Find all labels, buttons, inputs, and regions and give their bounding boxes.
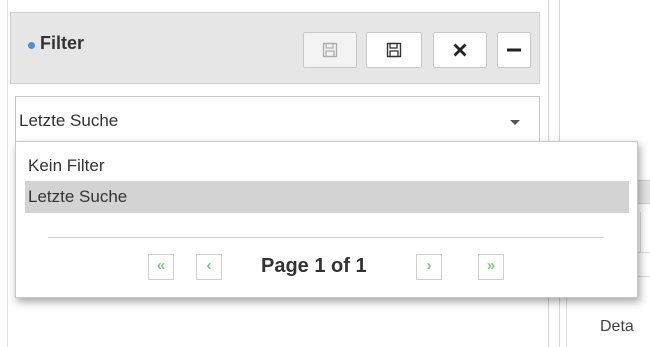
panel-divider (7, 0, 8, 347)
filter-title: Filter (40, 33, 85, 53)
caret-down-icon (510, 120, 520, 125)
minus-icon (507, 48, 521, 52)
dropdown-option-kein-filter[interactable]: Kein Filter (25, 150, 629, 182)
chevron-right-icon: › (426, 257, 432, 274)
filter-dropdown-list: Kein Filter Letzte Suche « ‹ Page 1 of 1… (15, 141, 638, 298)
clear-filter-button[interactable] (433, 32, 487, 68)
details-label: Deta (600, 318, 634, 335)
dropdown-option-letzte-suche[interactable]: Letzte Suche (25, 181, 629, 213)
filter-bullet-icon (28, 42, 35, 49)
floppy-disk-icon (386, 42, 402, 58)
previous-page-button[interactable]: ‹ (196, 254, 222, 280)
pager-divider (48, 237, 604, 238)
last-page-button[interactable]: » (478, 254, 504, 280)
save-filter-button[interactable] (303, 32, 357, 68)
filter-select-value: Letzte Suche (19, 111, 119, 130)
grid-divider (640, 212, 641, 252)
double-chevron-right-icon: » (486, 257, 496, 274)
close-x-icon (453, 43, 467, 57)
double-chevron-left-icon: « (156, 257, 166, 274)
next-page-button[interactable]: › (416, 254, 442, 280)
app-stage: Filter Letzte Suche Deta Kein Filter Let… (0, 0, 650, 347)
collapse-panel-button[interactable] (497, 32, 531, 68)
first-page-button[interactable]: « (148, 254, 174, 280)
save-as-filter-button[interactable] (366, 32, 422, 68)
chevron-left-icon: ‹ (206, 257, 212, 274)
floppy-disk-icon (322, 42, 338, 58)
pager-status: Page 1 of 1 (261, 255, 367, 277)
